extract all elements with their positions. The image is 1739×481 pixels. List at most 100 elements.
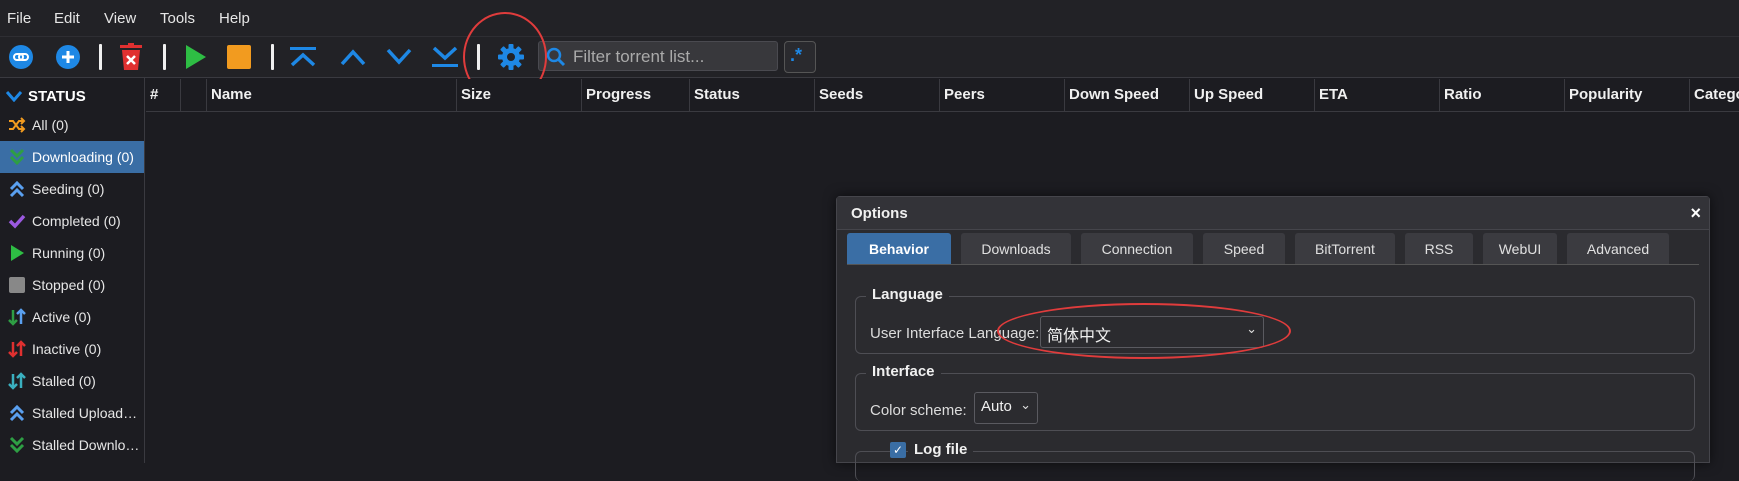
torrent-table-header: # Name Size Progress Status Seeds Peers … bbox=[146, 79, 1739, 112]
column-header-name[interactable]: Name bbox=[206, 79, 456, 111]
menu-view[interactable]: View bbox=[104, 10, 136, 27]
move-down-icon[interactable] bbox=[383, 41, 415, 73]
menu-file[interactable]: File bbox=[7, 10, 31, 27]
sidebar-item-running[interactable]: Running (0) bbox=[0, 237, 144, 269]
tab-bittorrent[interactable]: BitTorrent bbox=[1295, 233, 1395, 265]
download-chevrons-icon bbox=[6, 436, 28, 454]
stalled-arrows-icon bbox=[6, 372, 28, 390]
sidebar-item-seeding[interactable]: Seeding (0) bbox=[0, 173, 144, 205]
log-file-fieldset: ✓ Log file bbox=[855, 441, 1695, 481]
status-header[interactable]: STATUS bbox=[6, 86, 86, 106]
checkmark-icon bbox=[6, 212, 28, 230]
dialog-title: Options bbox=[851, 205, 908, 222]
sidebar-item-label: Stalled Downloading (0) bbox=[32, 437, 140, 453]
tab-downloads[interactable]: Downloads bbox=[961, 233, 1071, 265]
sidebar-item-label: Seeding (0) bbox=[32, 181, 105, 197]
sidebar-item-label: Downloading (0) bbox=[32, 149, 134, 165]
filter-box bbox=[538, 41, 778, 72]
dialog-titlebar[interactable]: Options × bbox=[837, 197, 1709, 230]
sidebar-item-label: Running (0) bbox=[32, 245, 106, 261]
sidebar-item-stopped[interactable]: Stopped (0) bbox=[0, 269, 144, 301]
play-icon bbox=[6, 244, 28, 262]
sidebar-item-stalled-uploading[interactable]: Stalled Uploading (0) bbox=[0, 397, 144, 429]
sidebar-item-label: Stalled (0) bbox=[32, 373, 96, 389]
column-header-status[interactable]: Status bbox=[689, 79, 814, 111]
menu-tools[interactable]: Tools bbox=[160, 10, 195, 27]
color-scheme-value: Auto bbox=[981, 398, 1012, 415]
options-gear-icon[interactable] bbox=[495, 41, 527, 73]
color-scheme-label: Color scheme: bbox=[870, 402, 967, 419]
sidebar-item-label: All (0) bbox=[32, 117, 69, 133]
tab-rss[interactable]: RSS bbox=[1405, 233, 1473, 265]
sidebar-item-completed[interactable]: Completed (0) bbox=[0, 205, 144, 237]
status-header-label: STATUS bbox=[28, 87, 86, 105]
toolbar-separator bbox=[271, 44, 274, 70]
status-sidebar: STATUS All (0) Downloading (0) Seeding (… bbox=[0, 78, 145, 463]
toolbar: .* bbox=[0, 37, 1739, 78]
sidebar-item-downloading[interactable]: Downloading (0) bbox=[0, 141, 144, 173]
column-header-popularity[interactable]: Popularity bbox=[1564, 79, 1689, 111]
column-header-down-speed[interactable]: Down Speed bbox=[1064, 79, 1189, 111]
regex-toggle-button[interactable]: .* bbox=[784, 41, 816, 73]
column-header-peers[interactable]: Peers bbox=[939, 79, 1064, 111]
move-top-icon[interactable] bbox=[287, 41, 319, 73]
column-header-size[interactable]: Size bbox=[456, 79, 581, 111]
toolbar-separator bbox=[477, 44, 480, 70]
chevron-down-icon bbox=[6, 91, 22, 102]
column-header-eta[interactable]: ETA bbox=[1314, 79, 1439, 111]
column-header-ratio[interactable]: Ratio bbox=[1439, 79, 1564, 111]
column-header-seeds[interactable]: Seeds bbox=[814, 79, 939, 111]
sidebar-item-stalled[interactable]: Stalled (0) bbox=[0, 365, 144, 397]
download-chevrons-icon bbox=[6, 148, 28, 166]
add-torrent-icon[interactable] bbox=[52, 41, 84, 73]
upload-chevrons-icon bbox=[6, 404, 28, 422]
color-scheme-select[interactable]: Auto ⌄ bbox=[974, 392, 1038, 424]
close-icon[interactable]: × bbox=[1690, 203, 1701, 224]
sidebar-item-active[interactable]: Active (0) bbox=[0, 301, 144, 333]
column-header-number[interactable]: # bbox=[146, 79, 180, 111]
toolbar-separator bbox=[163, 44, 166, 70]
column-header-state[interactable] bbox=[180, 79, 206, 111]
sidebar-item-label: Stopped (0) bbox=[32, 277, 106, 293]
sidebar-item-all[interactable]: All (0) bbox=[0, 109, 144, 141]
sidebar-item-label: Inactive (0) bbox=[32, 341, 102, 357]
move-bottom-icon[interactable] bbox=[429, 41, 461, 73]
language-legend: Language bbox=[866, 286, 949, 303]
options-dialog: Options × Behavior Downloads Connection … bbox=[836, 196, 1710, 481]
sidebar-item-label: Completed (0) bbox=[32, 213, 121, 229]
move-up-icon[interactable] bbox=[337, 41, 369, 73]
toolbar-separator bbox=[99, 44, 102, 70]
delete-icon[interactable] bbox=[115, 41, 147, 73]
shuffle-icon bbox=[6, 116, 28, 134]
menu-edit[interactable]: Edit bbox=[54, 10, 80, 27]
tab-divider bbox=[847, 264, 1699, 265]
log-file-label: Log file bbox=[908, 441, 974, 458]
tab-advanced[interactable]: Advanced bbox=[1567, 233, 1669, 265]
tab-behavior[interactable]: Behavior bbox=[847, 233, 951, 265]
add-link-icon[interactable] bbox=[5, 41, 37, 73]
ui-language-label: User Interface Language: bbox=[870, 325, 1040, 342]
tab-speed[interactable]: Speed bbox=[1203, 233, 1285, 265]
sidebar-item-inactive[interactable]: Inactive (0) bbox=[0, 333, 144, 365]
stop-icon[interactable] bbox=[223, 41, 255, 73]
column-header-progress[interactable]: Progress bbox=[581, 79, 689, 111]
menu-bar: File Edit View Tools Help bbox=[0, 0, 1739, 37]
menu-help[interactable]: Help bbox=[219, 10, 250, 27]
ui-language-value: 简体中文 bbox=[1047, 328, 1112, 345]
chevron-down-icon: ⌄ bbox=[1020, 397, 1031, 412]
inactive-arrows-icon bbox=[6, 340, 28, 358]
column-header-category[interactable]: Category bbox=[1689, 79, 1739, 111]
tab-webui[interactable]: WebUI bbox=[1483, 233, 1557, 265]
language-fieldset: Language User Interface Language: 简体中文 ⌄ bbox=[855, 286, 1695, 354]
filter-torrent-input[interactable] bbox=[571, 42, 775, 72]
interface-fieldset: Interface Color scheme: Auto ⌄ bbox=[855, 363, 1695, 431]
ui-language-select[interactable]: 简体中文 ⌄ bbox=[1040, 316, 1264, 348]
log-file-checkbox[interactable]: ✓ bbox=[890, 442, 906, 458]
tab-connection[interactable]: Connection bbox=[1081, 233, 1193, 265]
start-icon[interactable] bbox=[179, 41, 211, 73]
sidebar-item-stalled-downloading[interactable]: Stalled Downloading (0) bbox=[0, 429, 144, 461]
sidebar-item-label: Stalled Uploading (0) bbox=[32, 405, 140, 421]
regex-label: .* bbox=[790, 45, 803, 65]
stop-square-icon bbox=[6, 276, 28, 294]
column-header-up-speed[interactable]: Up Speed bbox=[1189, 79, 1314, 111]
